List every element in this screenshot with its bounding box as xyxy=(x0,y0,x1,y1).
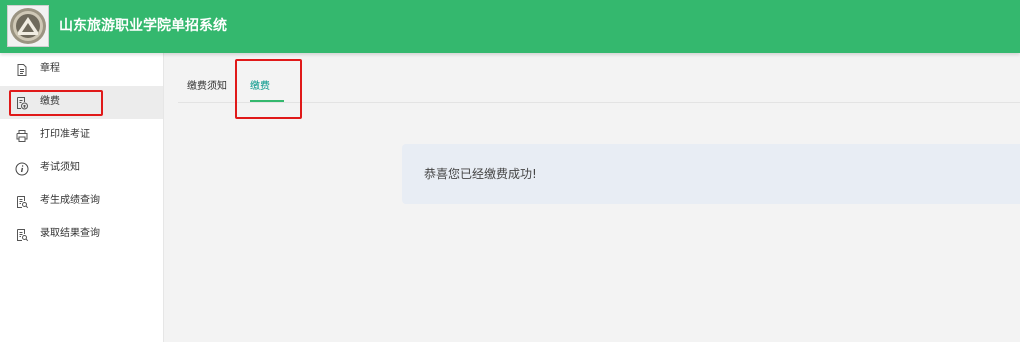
top-header: 山东旅游职业学院单招系统 xyxy=(0,0,1020,53)
sidebar-item-label: 章程 xyxy=(40,63,60,74)
payment-icon xyxy=(15,95,29,110)
score-query-icon xyxy=(15,194,29,209)
sidebar: 章程 缴费 打印准考证 考试须知 考生成绩查询 录取结果查询 xyxy=(0,53,164,342)
tab-bar: 缴费须知 缴费 xyxy=(178,60,1020,103)
success-message-box: 恭喜您已经缴费成功! xyxy=(402,144,1020,204)
sidebar-item-payment[interactable]: 缴费 xyxy=(0,86,163,119)
success-message-text: 恭喜您已经缴费成功! xyxy=(424,167,537,181)
tab-payment[interactable]: 缴费 xyxy=(250,79,270,101)
sidebar-item-label: 考试须知 xyxy=(40,162,80,173)
sidebar-item-admission-query[interactable]: 录取结果查询 xyxy=(0,218,163,251)
sidebar-item-charter[interactable]: 章程 xyxy=(0,53,163,86)
admission-query-icon xyxy=(15,227,29,242)
app-root: 山东旅游职业学院单招系统 章程 缴费 打印准考证 考试须知 考生成绩查询 录取结… xyxy=(0,0,1020,342)
sidebar-item-label: 打印准考证 xyxy=(40,129,90,140)
printer-icon xyxy=(15,128,29,142)
active-tab-indicator xyxy=(250,100,284,102)
sidebar-item-label: 考生成绩查询 xyxy=(40,195,100,206)
sidebar-item-score-query[interactable]: 考生成绩查询 xyxy=(0,185,163,218)
app-title: 山东旅游职业学院单招系统 xyxy=(59,18,227,34)
tab-payment-notice[interactable]: 缴费须知 xyxy=(187,79,227,101)
sidebar-item-label: 缴费 xyxy=(40,96,60,107)
info-icon xyxy=(15,161,29,176)
sidebar-item-label: 录取结果查询 xyxy=(40,228,100,239)
sidebar-item-print-ticket[interactable]: 打印准考证 xyxy=(0,119,163,152)
school-seal-logo xyxy=(7,5,49,47)
sidebar-item-exam-notice[interactable]: 考试须知 xyxy=(0,152,163,185)
document-icon xyxy=(15,62,29,76)
